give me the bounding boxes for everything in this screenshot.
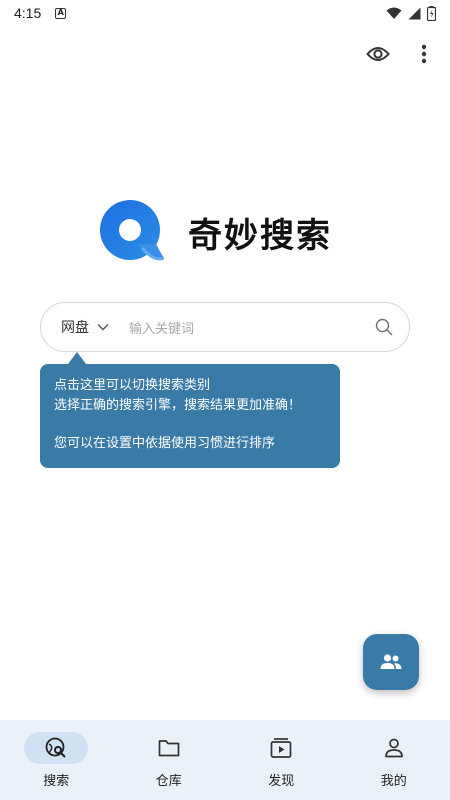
tooltip-arrow	[68, 352, 86, 364]
category-selector[interactable]: 网盘	[61, 317, 109, 337]
status-right	[386, 5, 436, 21]
battery-icon	[427, 5, 436, 21]
nav-repository-label: 仓库	[155, 774, 182, 789]
nav-search[interactable]: 搜索	[0, 720, 113, 800]
search-icon[interactable]	[375, 318, 393, 336]
community-fab[interactable]	[363, 634, 419, 690]
nav-discover-icon-wrap	[249, 732, 313, 764]
notification-a-icon: A	[55, 7, 67, 19]
tip-line-1: 点击这里可以切换搜索类别	[54, 378, 211, 393]
signal-icon	[408, 7, 421, 19]
nav-search-label: 搜索	[43, 774, 70, 789]
group-icon	[380, 654, 402, 669]
app-title: 奇妙搜索	[188, 215, 332, 256]
app-logo-icon	[100, 200, 164, 261]
search-globe-icon	[45, 737, 66, 758]
tip-line-3: 您可以在设置中依据使用习惯进行排序	[54, 436, 276, 451]
play-square-icon	[270, 738, 292, 758]
nav-mine-icon-wrap	[362, 732, 426, 764]
folder-icon	[158, 740, 180, 757]
more-vert-icon[interactable]	[410, 40, 438, 68]
chevron-down-icon	[97, 324, 109, 331]
nav-mine-label: 我的	[380, 774, 407, 789]
nav-search-icon-wrap	[24, 732, 89, 764]
bottom-nav: 搜索 仓库 发现 我的	[0, 720, 450, 800]
category-tip[interactable]: 点击这里可以切换搜索类别 选择正确的搜索引擎，搜索结果更加准确！ 您可以在设置中…	[40, 364, 340, 468]
brand: 奇妙搜索	[100, 200, 332, 264]
status-bar: 4:15 A	[0, 0, 450, 26]
category-label: 网盘	[61, 320, 89, 336]
top-actions	[364, 40, 438, 68]
tip-line-2: 选择正确的搜索引擎，搜索结果更加准确！	[54, 398, 302, 413]
nav-discover-label: 发现	[268, 774, 295, 789]
person-icon	[384, 738, 403, 758]
status-time: 4:15	[14, 5, 42, 21]
nav-repository[interactable]: 仓库	[113, 720, 226, 800]
search-bar[interactable]: 网盘 输入关键词	[40, 302, 410, 352]
nav-repository-icon-wrap	[137, 732, 201, 764]
wifi-icon	[386, 7, 402, 19]
nav-mine[interactable]: 我的	[338, 720, 450, 800]
nav-discover[interactable]: 发现	[225, 720, 338, 800]
eye-icon[interactable]	[364, 40, 392, 68]
search-input[interactable]: 输入关键词	[129, 318, 375, 337]
